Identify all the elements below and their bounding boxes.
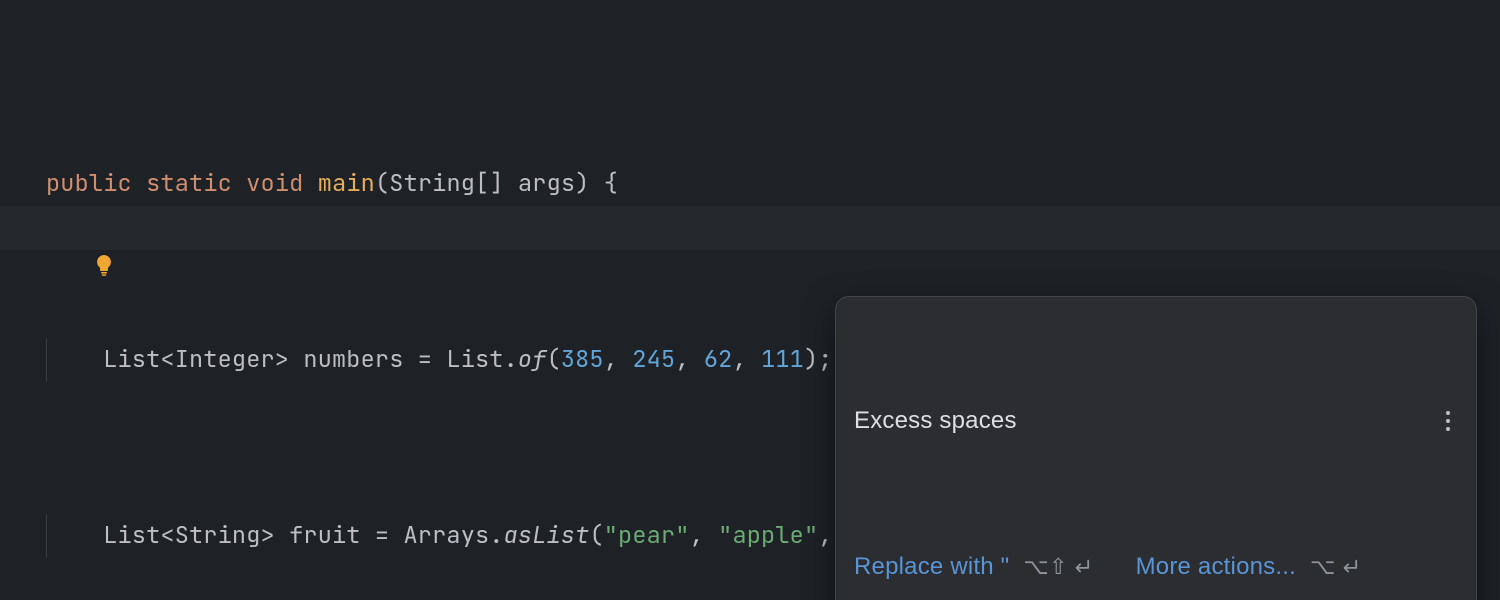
method-name: main [318,168,375,199]
code-text: (String[] args) { [375,168,618,199]
method-call: asList [504,520,590,551]
shortcut-hint: ⌥ [1310,545,1360,589]
indent-guide [46,338,47,382]
code-text: , [732,344,761,375]
keyword: public [46,168,132,199]
action-label: Replace with " [854,545,1009,589]
shortcut-text: ⌥ [1310,545,1336,589]
action-label: More actions... [1136,545,1296,589]
keyword: static [146,168,232,199]
code-text: List<String> fruit = Arrays. [46,520,504,551]
code-text: ( [547,344,561,375]
shortcut-hint: ⌥⇧ [1023,545,1091,589]
code-line[interactable]: public static void main(String[] args) { [46,162,1047,206]
code-text: ( [589,520,603,551]
code-editor[interactable]: public static void main(String[] args) {… [0,0,1500,528]
popup-title-row: Excess spaces [836,385,1476,451]
enter-icon [1070,558,1092,576]
code-text: , [604,344,633,375]
string-literal: "apple" [718,520,818,551]
gutter [0,0,40,600]
lightbulb-icon[interactable] [6,204,30,228]
kebab-menu-icon[interactable] [1438,411,1458,431]
more-actions[interactable]: More actions... ⌥ [1136,545,1360,589]
indent-guide [46,514,47,558]
number-literal: 62 [704,344,733,375]
code-text: List<Integer> numbers = List. [46,344,518,375]
method-call: of [518,344,547,375]
code-text: , [690,520,719,551]
inspection-popup[interactable]: Excess spaces Replace with " ⌥⇧ More act… [835,296,1477,600]
string-literal: "pear" [604,520,690,551]
popup-actions: Replace with " ⌥⇧ More actions... ⌥ [836,539,1476,600]
code-text: ); [804,344,833,375]
number-literal: 385 [561,344,604,375]
code-text: , [675,344,704,375]
popup-title: Excess spaces [854,399,1017,443]
shortcut-text: ⌥⇧ [1023,545,1067,589]
replace-action[interactable]: Replace with " ⌥⇧ [854,545,1092,589]
number-literal: 245 [632,344,675,375]
number-literal: 111 [761,344,804,375]
keyword: void [246,168,303,199]
enter-icon [1338,558,1360,576]
